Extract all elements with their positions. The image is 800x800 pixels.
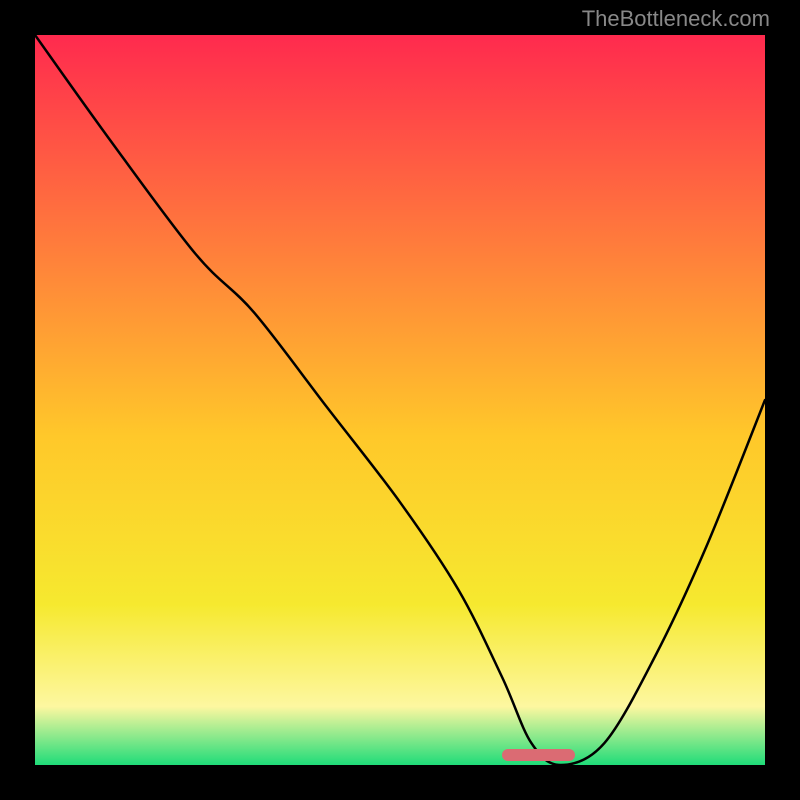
chart-plot-area	[35, 35, 765, 765]
watermark-text: TheBottleneck.com	[582, 6, 770, 32]
chart-curve	[35, 35, 765, 765]
optimal-range-marker	[502, 749, 575, 761]
